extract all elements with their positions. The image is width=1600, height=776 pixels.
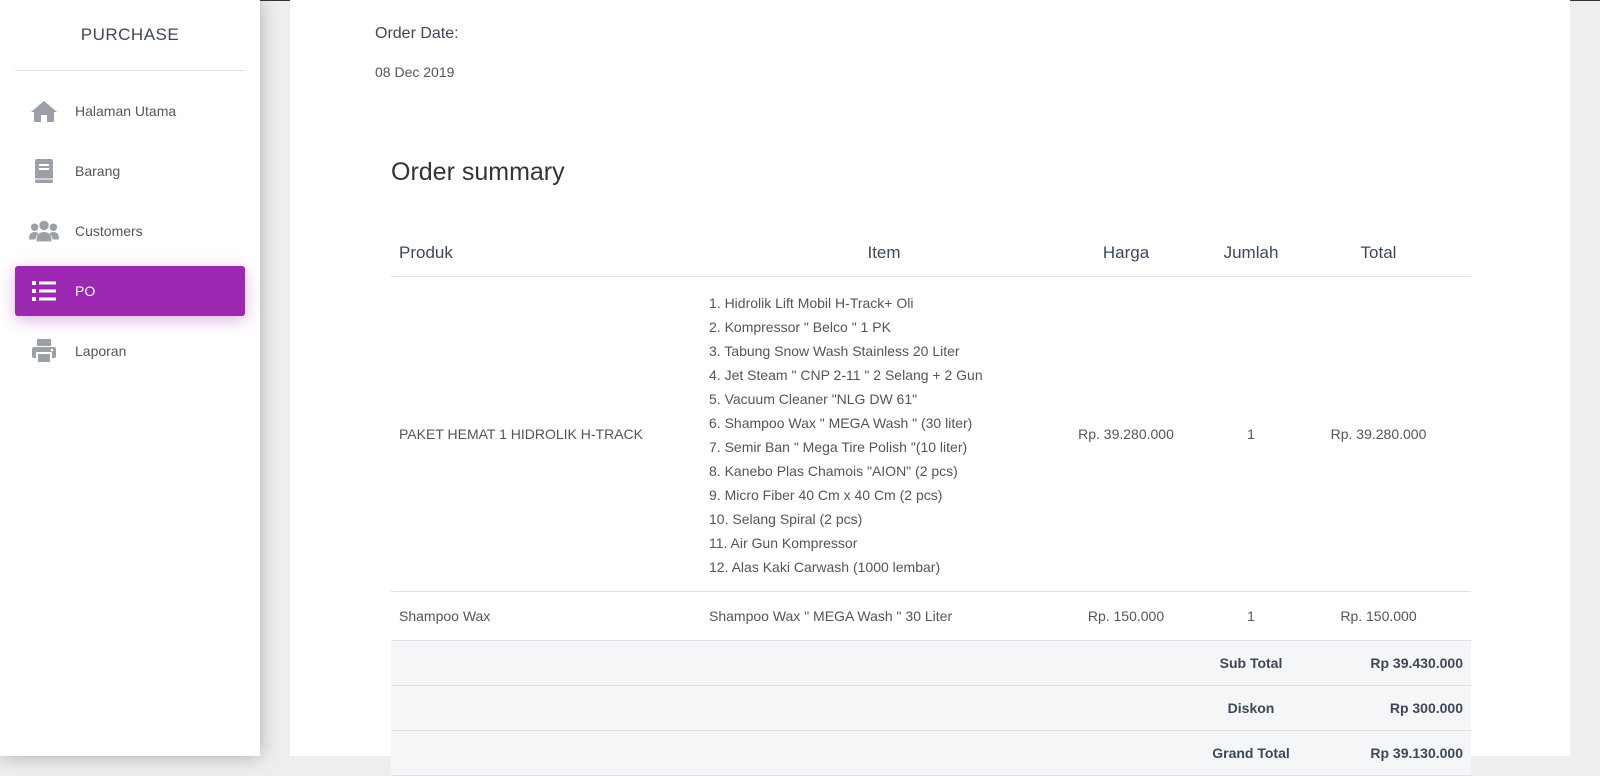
summary-title: Order summary <box>391 158 565 186</box>
print-icon <box>29 338 59 364</box>
item-list: 1. Hidrolik Lift Mobil H-Track+ Oli 2. K… <box>709 291 983 579</box>
sidebar-item-label: Laporan <box>75 343 127 359</box>
list-item: 2. Kompressor " Belco " 1 PK <box>709 319 891 335</box>
sidebar-nav: Halaman Utama Barang Customers PO Lapora… <box>15 86 245 386</box>
list-item: 9. Micro Fiber 40 Cm x 40 Cm (2 pcs) <box>709 487 943 503</box>
item-name: Shampoo Wax " MEGA Wash " 30 Liter <box>709 608 953 624</box>
list-item: 8. Kanebo Plas Chamois "AION" (2 pcs) <box>709 463 958 479</box>
product-name: PAKET HEMAT 1 HIDROLIK H-TRACK <box>399 426 644 442</box>
table-row: Shampoo Wax Shampoo Wax " MEGA Wash " 30… <box>391 592 1471 641</box>
column-header-harga: Harga <box>1102 243 1150 262</box>
list-item: 11. Air Gun Kompressor <box>709 535 858 551</box>
list-item: 10. Selang Spiral (2 pcs) <box>709 511 863 527</box>
table-header: Produk Item Harga Jumlah Total <box>391 230 1471 277</box>
list-item: 7. Semir Ban " Mega Tire Polish "(10 lit… <box>709 439 968 455</box>
sidebar-item-label: Halaman Utama <box>75 103 177 119</box>
sidebar-item-barang[interactable]: Barang <box>15 146 245 196</box>
order-date-value: 08 Dec 2019 <box>375 64 455 80</box>
list-item: 12. Alas Kaki Carwash (1000 lembar) <box>709 559 941 575</box>
subtotal-label: Sub Total <box>1219 655 1283 671</box>
column-header-jumlah: Jumlah <box>1223 243 1279 262</box>
grand-total-value: Rp 39.130.000 <box>1370 745 1463 761</box>
column-header-produk: Produk <box>399 243 453 262</box>
sidebar-item-laporan[interactable]: Laporan <box>15 326 245 376</box>
brand-title[interactable]: PURCHASE <box>15 0 245 71</box>
home-icon <box>29 98 59 124</box>
sidebar-item-label: Barang <box>75 163 121 179</box>
grand-total-label: Grand Total <box>1212 745 1290 761</box>
order-card: Order Date: 08 Dec 2019 Order summary Pr… <box>290 0 1570 776</box>
sidebar: PURCHASE Halaman Utama Barang Customers … <box>0 0 260 756</box>
column-header-total: Total <box>1360 243 1397 262</box>
discount-value: Rp 300.000 <box>1389 700 1463 716</box>
list-item: 6. Shampoo Wax " MEGA Wash " (30 liter) <box>709 415 973 431</box>
list-item: 1. Hidrolik Lift Mobil H-Track+ Oli <box>709 295 914 311</box>
price: Rp. 150.000 <box>1087 608 1165 624</box>
subtotal-row: Sub Total Rp 39.430.000 <box>391 641 1471 686</box>
list-item: 5. Vacuum Cleaner "NLG DW 61" <box>709 391 918 407</box>
table-row: PAKET HEMAT 1 HIDROLIK H-TRACK 1. Hidrol… <box>391 277 1471 592</box>
quantity: 1 <box>1247 608 1255 624</box>
users-icon <box>29 218 59 244</box>
line-total: Rp. 150.000 <box>1340 608 1417 624</box>
list-icon <box>29 278 59 304</box>
product-name: Shampoo Wax <box>399 608 491 624</box>
book-icon <box>29 158 59 184</box>
sidebar-item-po[interactable]: PO <box>15 266 245 316</box>
order-date-label: Order Date: <box>375 25 459 42</box>
sidebar-item-label: Customers <box>75 223 143 239</box>
discount-row: Diskon Rp 300.000 <box>391 686 1471 731</box>
list-item: 3. Tabung Snow Wash Stainless 20 Liter <box>709 343 960 359</box>
discount-label: Diskon <box>1227 700 1275 716</box>
list-item: 4. Jet Steam " CNP 2-11 " 2 Selang + 2 G… <box>709 367 983 383</box>
grand-total-row: Grand Total Rp 39.130.000 <box>391 731 1471 776</box>
sidebar-item-halaman-utama[interactable]: Halaman Utama <box>15 86 245 136</box>
line-total: Rp. 39.280.000 <box>1330 426 1427 442</box>
sidebar-item-label: PO <box>75 283 96 299</box>
subtotal-value: Rp 39.430.000 <box>1370 655 1463 671</box>
sidebar-item-customers[interactable]: Customers <box>15 206 245 256</box>
quantity: 1 <box>1247 426 1255 442</box>
price: Rp. 39.280.000 <box>1078 426 1174 442</box>
order-summary-table: Produk Item Harga Jumlah Total PAKET HEM… <box>391 230 1471 776</box>
column-header-item: Item <box>867 243 901 262</box>
